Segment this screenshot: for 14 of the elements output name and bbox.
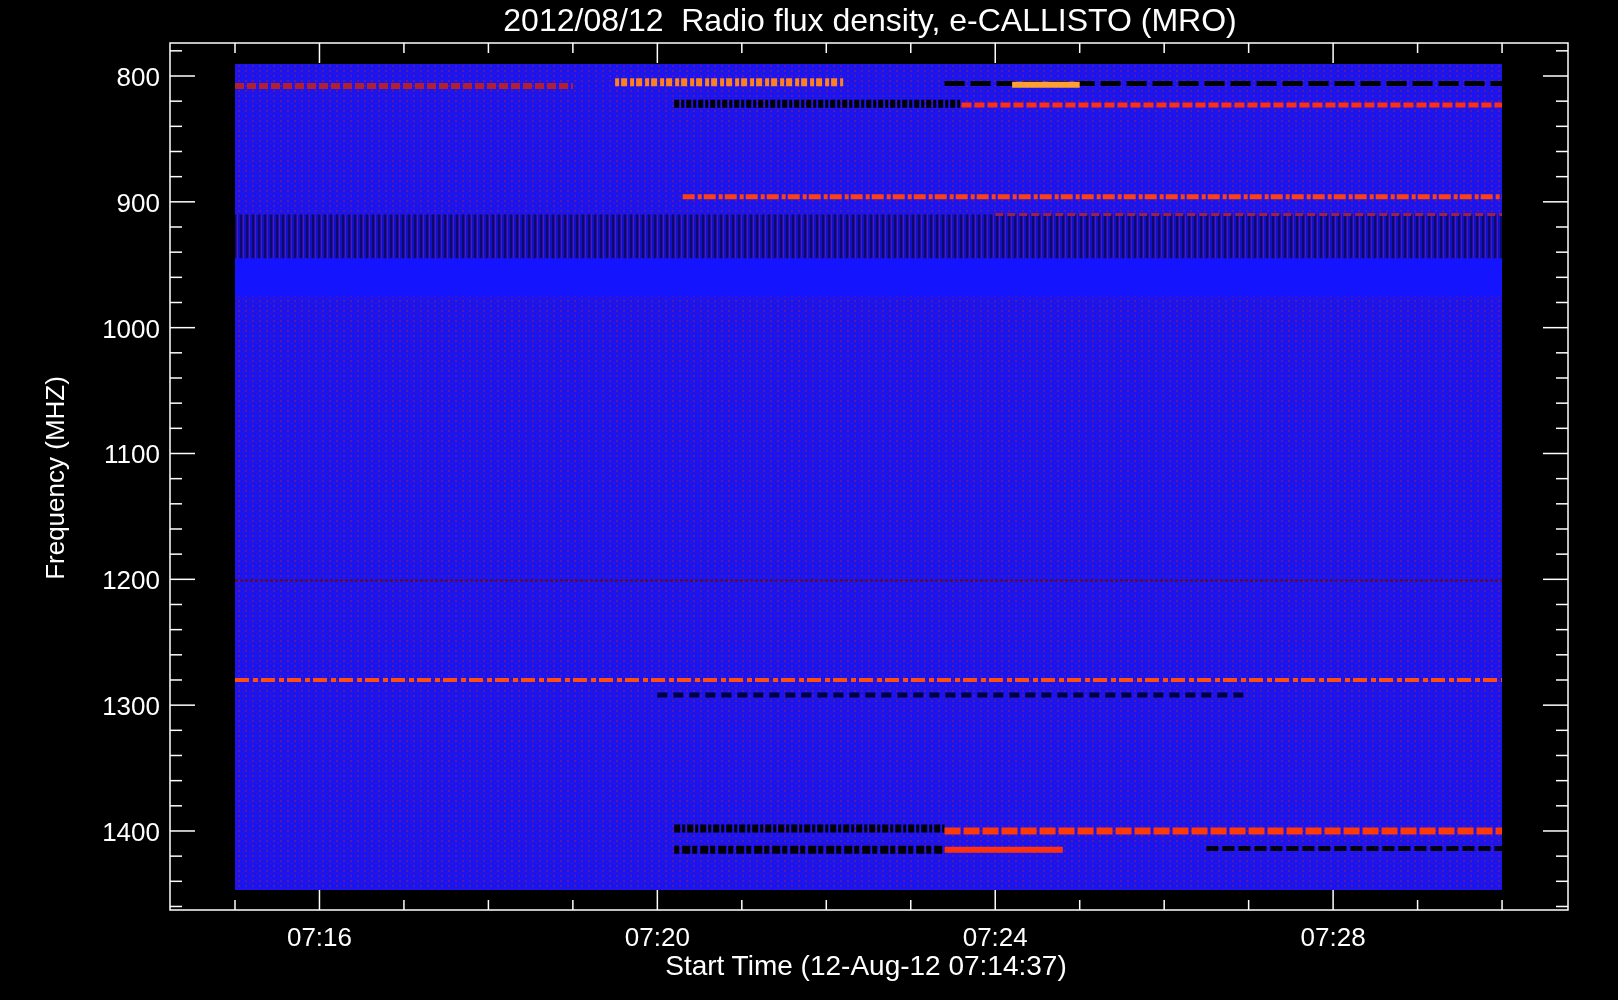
y-tick-label: 1100	[104, 439, 160, 470]
y-tick-label: 1400	[102, 817, 160, 847]
y-axis-label: Frequency (MHZ)	[40, 376, 70, 580]
y-tick-label: 900	[116, 187, 160, 218]
x-tick-label: 07:24	[962, 922, 1028, 952]
x-tick-label: 07:28	[1300, 922, 1366, 952]
x-axis-label: Start Time (12-Aug-12 07:14:37)	[665, 950, 1067, 981]
y-tick-label: 1200	[102, 565, 160, 596]
y-tick-label: 800	[116, 62, 160, 92]
chart-title: 2012/08/12 Radio flux density, e-CALLISTO (MRO)	[503, 2, 1237, 38]
x-tick-label: 07:16	[286, 922, 352, 952]
x-tick-label: 07:20	[624, 922, 690, 952]
y-tick-label: 1000	[102, 313, 160, 344]
y-tick-label: 1300	[102, 691, 160, 722]
